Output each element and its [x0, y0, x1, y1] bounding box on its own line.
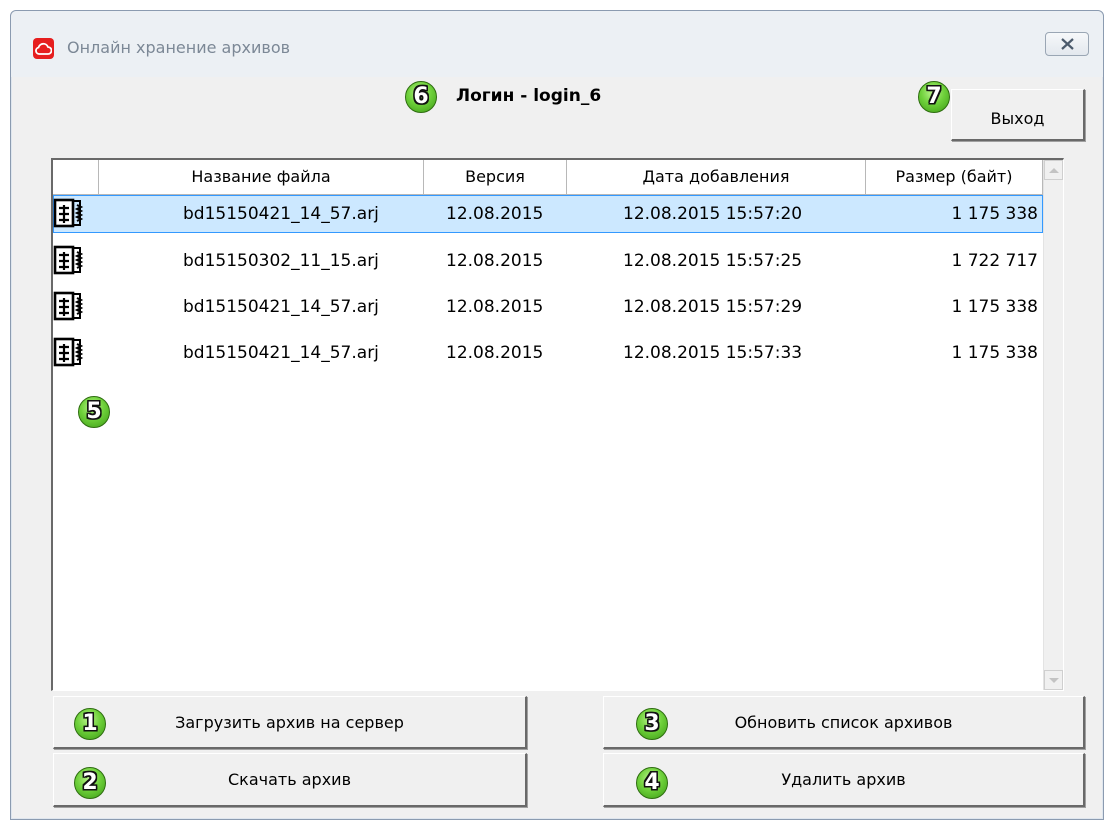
badge-3: 3	[636, 708, 668, 740]
list-header: Название файла Версия Дата добавления Ра…	[53, 160, 1043, 195]
row-file-name: bd15150421_14_57.arj	[183, 343, 379, 363]
badge-5: 5	[78, 396, 110, 428]
refresh-list-label: Обновить список архивов	[734, 712, 953, 732]
row-date-added: 12.08.2015 15:57:25	[623, 251, 803, 271]
row-version: 12.08.2015	[446, 251, 544, 271]
badge-6: 6	[405, 81, 437, 113]
download-archive-label: Скачать архив	[228, 770, 351, 789]
upload-archive-button[interactable]: Загрузить архив на сервер	[53, 696, 527, 749]
row-date-added: 12.08.2015 15:57:20	[623, 204, 803, 224]
table-row[interactable]: bd15150421_14_57.arj 12.08.2015 12.08.20…	[53, 334, 1043, 372]
row-version: 12.08.2015	[446, 343, 544, 363]
row-date-added: 12.08.2015 15:57:29	[623, 297, 803, 317]
row-file-name: bd15150421_14_57.arj	[183, 204, 379, 224]
column-header-version[interactable]: Версия	[424, 160, 567, 195]
row-file-name: bd15150302_11_15.arj	[183, 251, 379, 271]
row-date-added: 12.08.2015 15:57:33	[623, 343, 803, 363]
row-size: 1 175 338	[951, 343, 1038, 363]
badge-7: 7	[918, 81, 950, 113]
chevron-down-icon	[1049, 678, 1059, 683]
row-file-name: bd15150421_14_57.arj	[183, 297, 379, 317]
exit-button[interactable]: Выход	[951, 89, 1085, 141]
table-row[interactable]: bd15150421_14_57.arj 12.08.2015 12.08.20…	[53, 195, 1043, 233]
chevron-up-icon	[1049, 168, 1059, 173]
table-row[interactable]: bd15150421_14_57.arj 12.08.2015 12.08.20…	[53, 288, 1043, 326]
badge-1: 1	[74, 708, 106, 740]
exit-button-label: Выход	[990, 109, 1045, 128]
app-window: Онлайн хранение архивов 6 Логин - login_…	[10, 10, 1104, 820]
close-icon	[1061, 38, 1074, 50]
badge-4: 4	[636, 767, 668, 799]
archive-icon	[53, 245, 84, 275]
column-header-name[interactable]: Название файла	[99, 160, 424, 195]
window-title: Онлайн хранение архивов	[67, 38, 291, 57]
download-archive-button[interactable]: Скачать архив	[53, 753, 527, 807]
refresh-list-button[interactable]: Обновить список архивов	[603, 696, 1085, 749]
row-version: 12.08.2015	[446, 297, 544, 317]
delete-archive-label: Удалить архив	[781, 770, 906, 789]
scroll-up-button[interactable]	[1044, 160, 1063, 180]
row-version: 12.08.2015	[446, 204, 544, 224]
row-size: 1 175 338	[951, 204, 1038, 224]
column-header-date[interactable]: Дата добавления	[567, 160, 866, 195]
badge-2: 2	[74, 767, 106, 799]
row-size: 1 175 338	[951, 297, 1038, 317]
archive-icon	[53, 198, 84, 228]
cloud-icon	[33, 38, 54, 59]
column-header-icon[interactable]	[53, 160, 99, 195]
archive-list[interactable]: Название файла Версия Дата добавления Ра…	[51, 158, 1064, 691]
title-bar[interactable]: Онлайн хранение архивов	[11, 11, 1103, 77]
upload-archive-label: Загрузить архив на сервер	[175, 712, 404, 732]
delete-archive-button[interactable]: Удалить архив	[603, 753, 1085, 807]
close-button[interactable]	[1045, 32, 1089, 56]
table-row[interactable]: bd15150302_11_15.arj 12.08.2015 12.08.20…	[53, 242, 1043, 280]
list-scrollbar[interactable]	[1043, 160, 1063, 690]
row-size: 1 722 717	[951, 251, 1038, 271]
login-label: Логин - login_6	[456, 86, 602, 106]
column-header-size[interactable]: Размер (байт)	[866, 160, 1043, 195]
scroll-down-button[interactable]	[1044, 670, 1063, 690]
archive-icon	[53, 291, 84, 321]
archive-icon	[53, 337, 84, 367]
